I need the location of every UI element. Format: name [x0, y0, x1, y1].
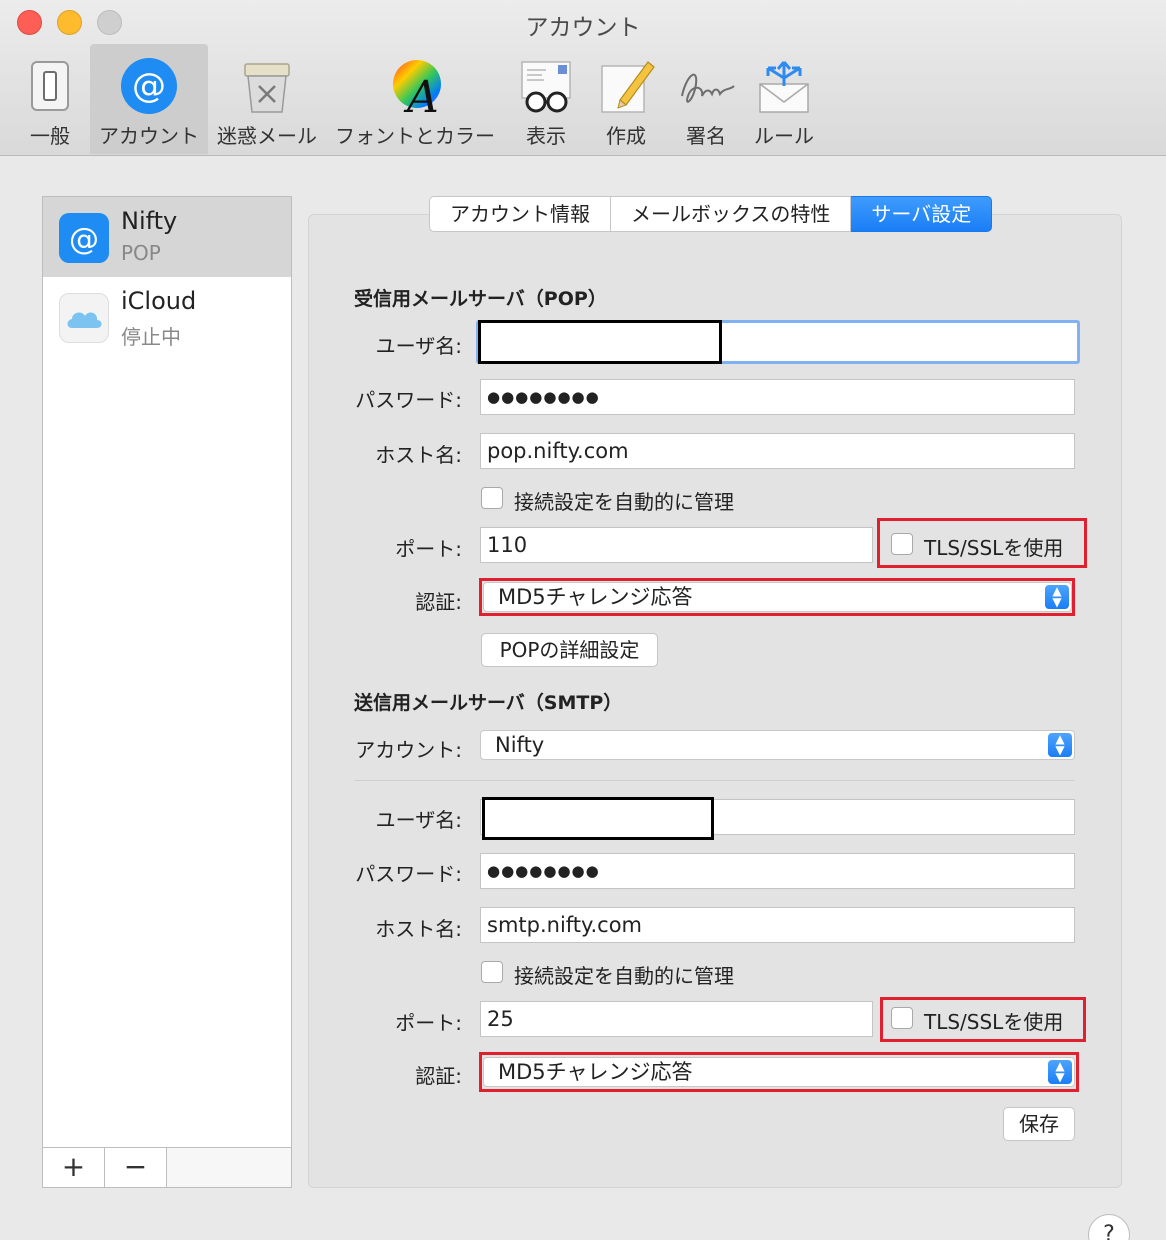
incoming-server-heading: 受信用メールサーバ（POP）	[354, 288, 607, 310]
pop-advanced-button[interactable]: POPの詳細設定	[481, 633, 658, 667]
compose-pencil-icon	[596, 56, 656, 116]
toolbar-item-junk[interactable]: 迷惑メール	[212, 44, 322, 154]
account-name: Nifty	[121, 207, 178, 235]
incoming-host-label: ホスト名:	[375, 443, 462, 467]
outgoing-password-field[interactable]: ●●●●●●●●	[480, 853, 1075, 889]
general-switch-icon	[20, 56, 80, 116]
signature-icon	[676, 56, 736, 116]
account-name: iCloud	[121, 287, 197, 315]
redaction-box	[478, 320, 722, 364]
chevron-updown-icon: ▲ ▼	[1048, 1060, 1072, 1084]
toolbar-label-rules: ルール	[754, 124, 814, 148]
svg-text:@: @	[132, 66, 166, 106]
redaction-box	[482, 797, 714, 840]
outgoing-account-value: Nifty	[495, 733, 545, 757]
toolbar-item-signatures[interactable]: 署名	[668, 44, 744, 154]
incoming-auto-manage-label: 接続設定を自動的に管理	[514, 490, 734, 514]
window-title: アカウント	[525, 15, 641, 41]
account-item-nifty[interactable]: @ Nifty POP	[43, 197, 291, 277]
svg-text:A: A	[403, 72, 439, 116]
outgoing-auto-manage-checkbox[interactable]	[481, 961, 503, 983]
outgoing-port-label: ポート:	[395, 1011, 462, 1035]
window-toolbar: アカウント 一般 @ アカウント 迷惑メール A フォントとカラー 表示 作成 …	[0, 0, 1166, 156]
incoming-host-field[interactable]: pop.nifty.com	[480, 433, 1075, 469]
toolbar-item-general[interactable]: 一般	[12, 44, 88, 154]
outgoing-auth-label: 認証:	[415, 1064, 462, 1088]
incoming-username-label: ユーザ名:	[375, 334, 462, 358]
incoming-auth-select[interactable]: MD5チャレンジ応答 ▲ ▼	[483, 582, 1072, 612]
save-button[interactable]: 保存	[1003, 1107, 1075, 1141]
help-button[interactable]: ?	[1088, 1214, 1130, 1240]
incoming-tls-label: TLS/SSLを使用	[924, 536, 1064, 560]
account-status: 停止中	[121, 325, 181, 349]
toolbar-label-accounts: アカウント	[99, 124, 199, 148]
outgoing-auto-manage-label: 接続設定を自動的に管理	[514, 964, 734, 988]
toolbar-item-fonts-colors[interactable]: A フォントとカラー	[328, 44, 502, 154]
outgoing-auth-select[interactable]: MD5チャレンジ応答 ▲ ▼	[483, 1057, 1075, 1087]
at-sign-icon: @	[59, 213, 109, 263]
tab-server-settings[interactable]: サーバ設定	[851, 196, 993, 232]
toolbar-label-general: 一般	[30, 124, 70, 148]
account-item-icloud[interactable]: iCloud 停止中	[43, 277, 291, 357]
outgoing-tls-label: TLS/SSLを使用	[924, 1010, 1064, 1034]
toolbar-label-composing: 作成	[606, 124, 646, 148]
outgoing-username-label: ユーザ名:	[375, 808, 462, 832]
outgoing-port-field[interactable]: 25	[480, 1001, 873, 1037]
rules-envelope-icon	[754, 56, 814, 116]
junk-trash-icon	[237, 56, 297, 116]
incoming-auth-value: MD5チャレンジ応答	[498, 585, 693, 609]
tab-mailbox-behaviors[interactable]: メールボックスの特性	[611, 196, 852, 232]
divider	[354, 780, 1075, 781]
outgoing-account-label: アカウント:	[355, 738, 462, 762]
remove-account-button[interactable]: −	[105, 1148, 167, 1187]
chevron-updown-icon: ▲ ▼	[1045, 585, 1069, 609]
outgoing-host-field[interactable]: smtp.nifty.com	[480, 907, 1075, 943]
accounts-list: @ Nifty POP iCloud 停止中 + −	[42, 196, 292, 1188]
outgoing-server-heading: 送信用メールサーバ（SMTP）	[354, 692, 623, 714]
tab-account-info[interactable]: アカウント情報	[429, 196, 611, 232]
toolbar-item-accounts[interactable]: @ アカウント	[90, 44, 208, 154]
outgoing-password-label: パスワード:	[355, 862, 462, 886]
toolbar-item-viewing[interactable]: 表示	[508, 44, 584, 154]
icloud-icon	[59, 293, 109, 343]
toolbar-item-composing[interactable]: 作成	[588, 44, 664, 154]
incoming-auto-manage-checkbox[interactable]	[481, 487, 503, 509]
viewing-glasses-icon	[516, 56, 576, 116]
outgoing-host-label: ホスト名:	[375, 917, 462, 941]
incoming-auth-label: 認証:	[415, 590, 462, 614]
toolbar-label-signatures: 署名	[686, 124, 726, 148]
outgoing-tls-checkbox[interactable]	[891, 1007, 913, 1029]
outgoing-auth-value: MD5チャレンジ応答	[498, 1060, 693, 1084]
settings-tabs: アカウント情報 メールボックスの特性 サーバ設定	[429, 196, 993, 232]
outgoing-account-select[interactable]: Nifty ▲ ▼	[480, 730, 1075, 760]
svg-text:@: @	[69, 222, 99, 257]
incoming-port-field[interactable]: 110	[480, 527, 873, 563]
toolbar-item-rules[interactable]: ルール	[746, 44, 822, 154]
incoming-password-label: パスワード:	[355, 388, 462, 412]
sidebar-footer: + −	[43, 1147, 291, 1187]
toolbar-label-junk: 迷惑メール	[217, 124, 317, 148]
incoming-tls-checkbox[interactable]	[891, 533, 913, 555]
add-account-button[interactable]: +	[43, 1148, 105, 1187]
incoming-port-label: ポート:	[395, 537, 462, 561]
chevron-updown-icon: ▲ ▼	[1048, 733, 1072, 757]
account-type: POP	[121, 241, 161, 265]
toolbar-label-viewing: 表示	[526, 124, 566, 148]
at-sign-icon: @	[119, 56, 179, 116]
incoming-password-field[interactable]: ●●●●●●●●	[480, 379, 1075, 415]
font-color-icon: A	[385, 56, 445, 123]
toolbar-label-fonts-colors: フォントとカラー	[335, 124, 495, 148]
